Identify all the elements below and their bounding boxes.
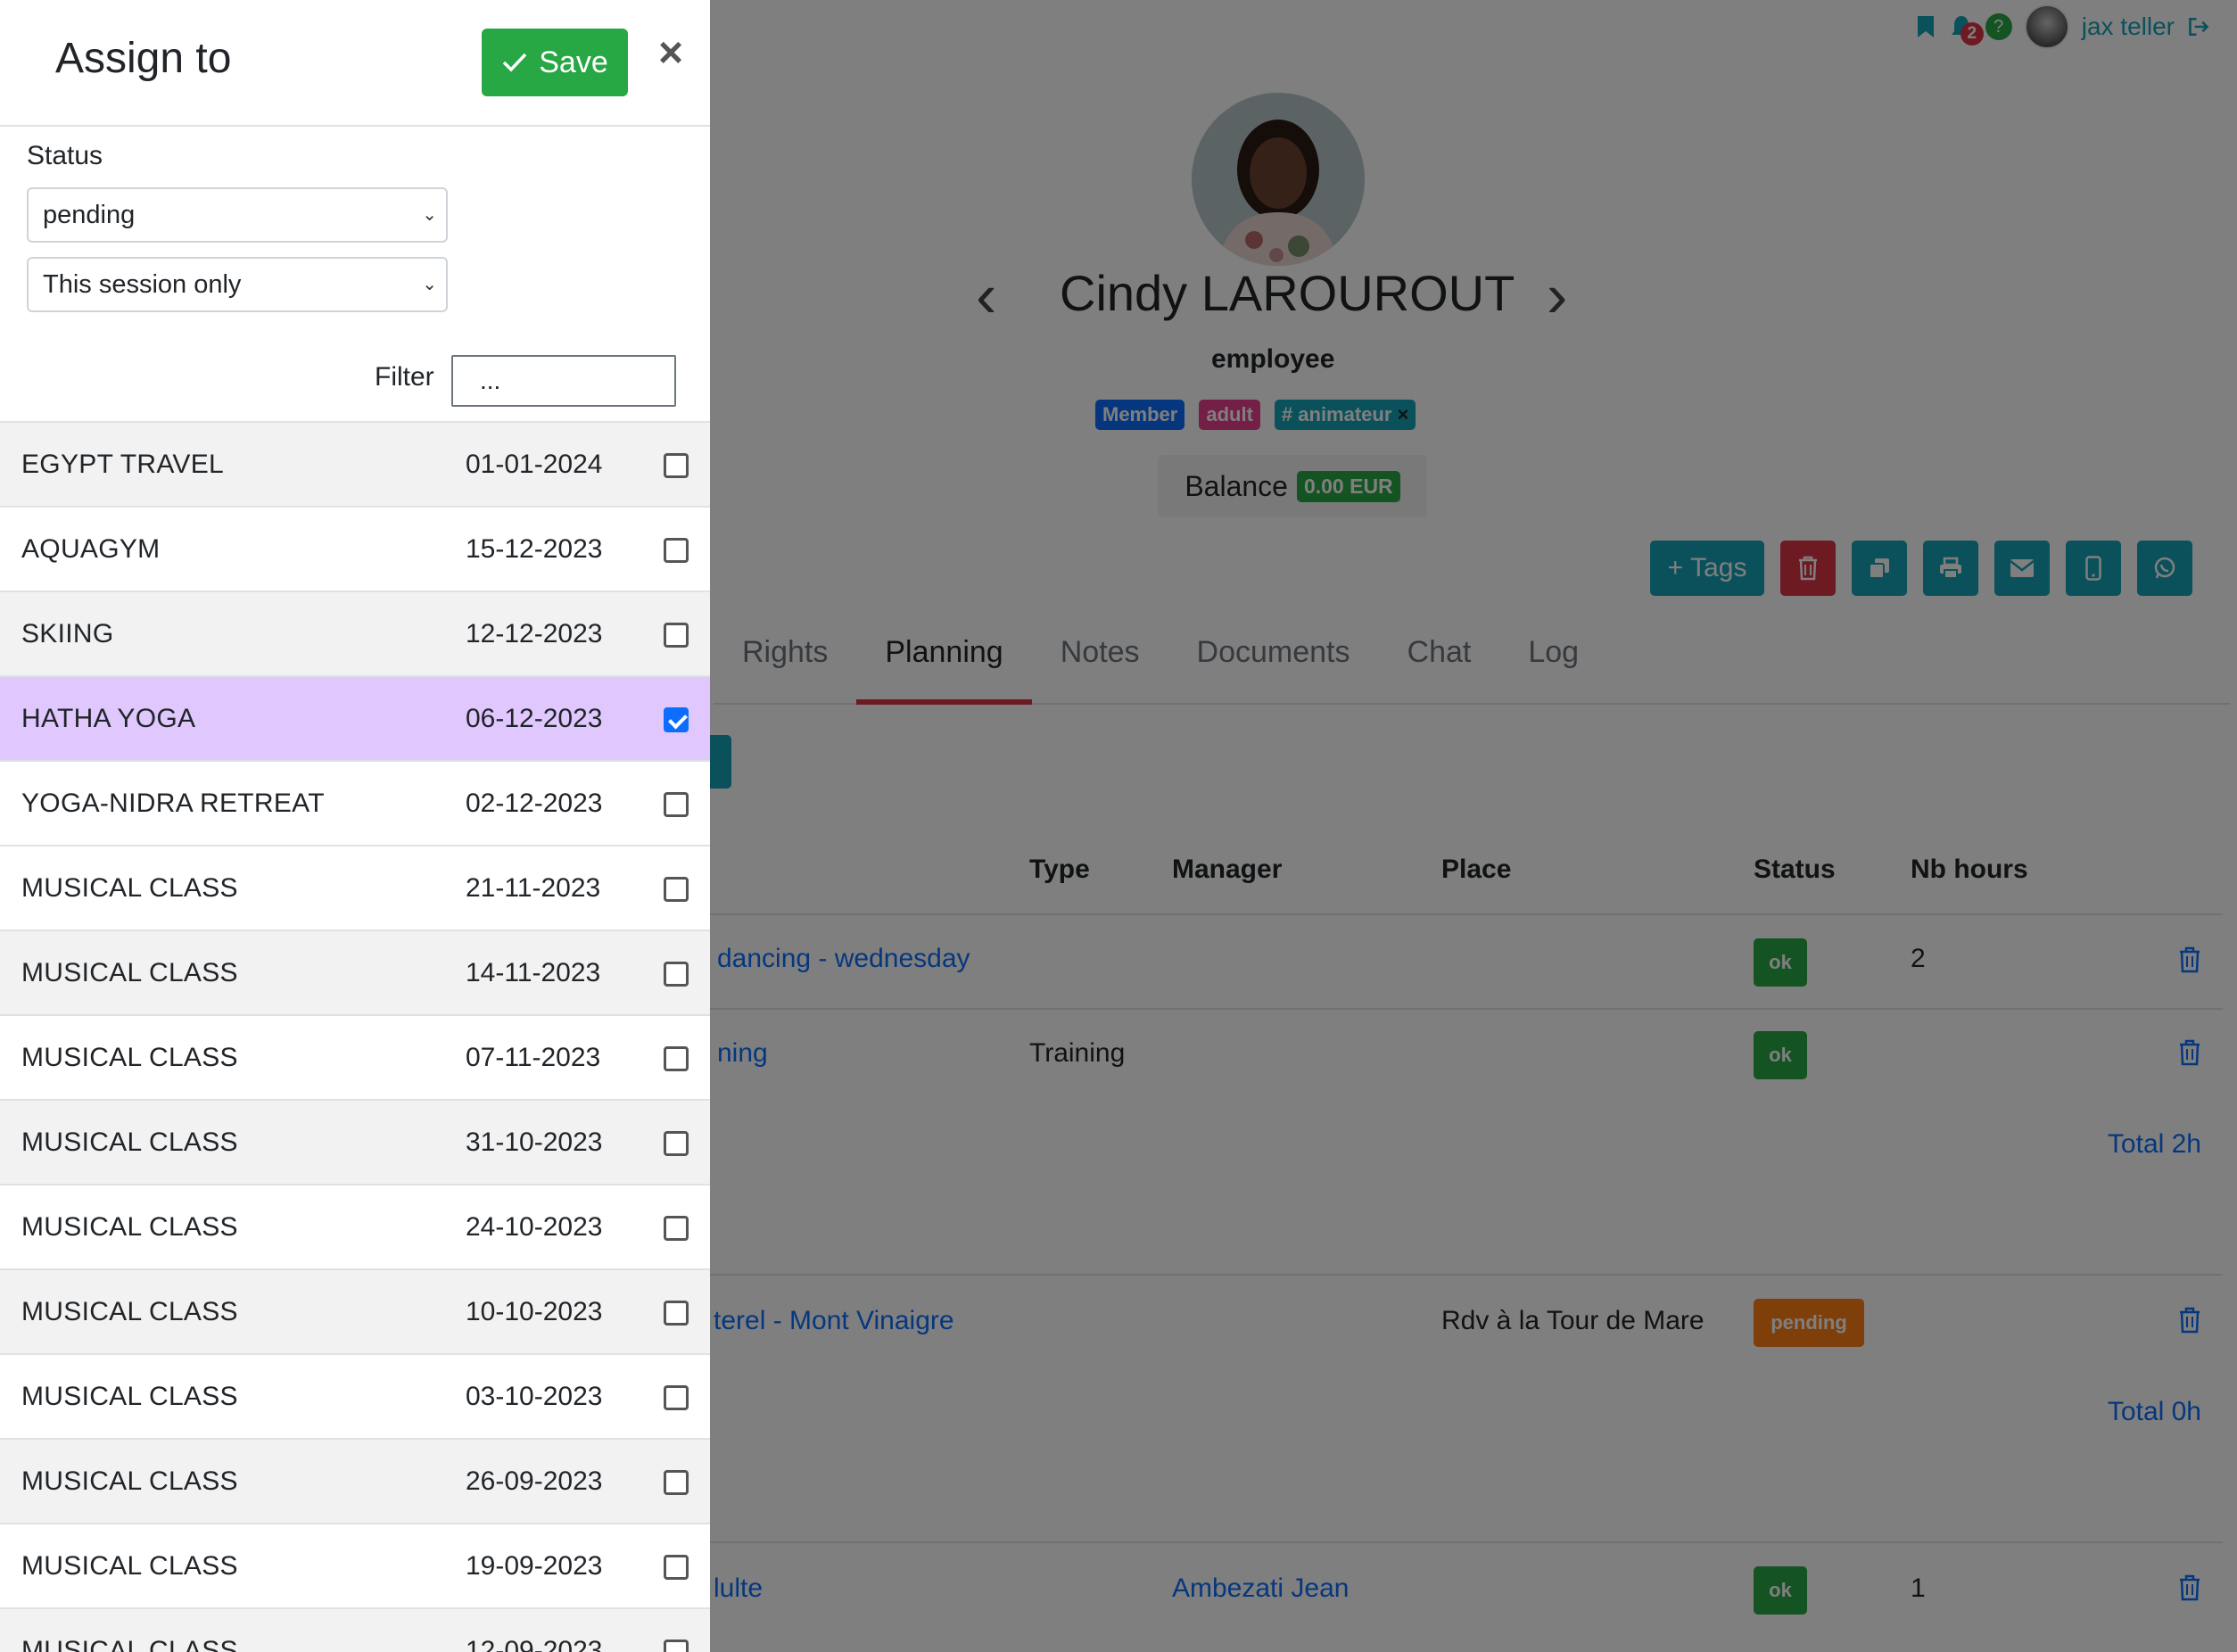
list-item[interactable]: MUSICAL CLASS 07-11-2023 (0, 1014, 710, 1099)
session-name: MUSICAL CLASS (21, 1466, 238, 1496)
session-checkbox[interactable] (664, 1216, 689, 1241)
session-name: HATHA YOGA (21, 704, 196, 733)
list-item[interactable]: AQUAGYM 15-12-2023 (0, 506, 710, 591)
list-item[interactable]: MUSICAL CLASS 14-11-2023 (0, 929, 710, 1014)
filter-input[interactable]: ... (451, 355, 676, 407)
session-name: YOGA-NIDRA RETREAT (21, 789, 325, 818)
session-date: 03-10-2023 (466, 1382, 603, 1411)
status-label: Status (27, 141, 103, 170)
list-item[interactable]: EGYPT TRAVEL 01-01-2024 (0, 421, 710, 506)
drawer-title: Assign to (55, 35, 232, 82)
session-name: MUSICAL CLASS (21, 1043, 238, 1072)
session-list: EGYPT TRAVEL 01-01-2024 AQUAGYM 15-12-20… (0, 421, 710, 1652)
scope-select[interactable]: This session only ⌄ (27, 257, 448, 312)
session-checkbox[interactable] (664, 792, 689, 817)
list-item[interactable]: MUSICAL CLASS 03-10-2023 (0, 1353, 710, 1438)
session-checkbox[interactable] (664, 1385, 689, 1410)
save-label: Save (539, 45, 608, 79)
list-item[interactable]: SKIING 12-12-2023 (0, 591, 710, 675)
session-name: MUSICAL CLASS (21, 1636, 238, 1652)
assign-drawer: Assign to Save × Status pending ⌄ This s… (0, 0, 710, 1652)
chevron-down-icon: ⌄ (422, 205, 437, 225)
session-name: MUSICAL CLASS (21, 1551, 238, 1581)
session-date: 31-10-2023 (466, 1127, 603, 1157)
session-checkbox[interactable] (664, 538, 689, 563)
session-date: 02-12-2023 (466, 789, 603, 818)
chevron-down-icon: ⌄ (422, 275, 437, 294)
session-date: 06-12-2023 (466, 704, 603, 733)
session-checkbox[interactable] (664, 1555, 689, 1580)
session-checkbox[interactable] (664, 1640, 689, 1652)
session-name: MUSICAL CLASS (21, 1382, 238, 1411)
session-checkbox[interactable] (664, 877, 689, 902)
drawer-header: Assign to Save × (0, 0, 710, 127)
list-item[interactable]: MUSICAL CLASS 31-10-2023 (0, 1099, 710, 1184)
session-name: MUSICAL CLASS (21, 1127, 238, 1157)
close-icon[interactable]: × (653, 29, 689, 77)
filter-label: Filter (375, 362, 434, 392)
session-name: SKIING (21, 619, 114, 648)
session-name: MUSICAL CLASS (21, 873, 238, 903)
session-checkbox[interactable] (664, 1470, 689, 1495)
session-date: 12-09-2023 (466, 1636, 603, 1652)
list-item[interactable]: MUSICAL CLASS 19-09-2023 (0, 1523, 710, 1607)
session-date: 15-12-2023 (466, 534, 603, 564)
session-checkbox[interactable] (664, 623, 689, 648)
session-checkbox[interactable] (664, 453, 689, 478)
session-date: 12-12-2023 (466, 619, 603, 648)
list-item[interactable]: MUSICAL CLASS 21-11-2023 (0, 845, 710, 929)
list-item[interactable]: MUSICAL CLASS 10-10-2023 (0, 1268, 710, 1353)
session-checkbox[interactable] (664, 1131, 689, 1156)
session-name: MUSICAL CLASS (21, 1212, 238, 1242)
list-item[interactable]: MUSICAL CLASS 24-10-2023 (0, 1184, 710, 1268)
session-checkbox-checked[interactable] (664, 707, 689, 732)
session-name: EGYPT TRAVEL (21, 450, 225, 479)
list-item-selected[interactable]: HATHA YOGA 06-12-2023 (0, 675, 710, 760)
session-name: MUSICAL CLASS (21, 958, 238, 987)
status-select-value: pending (43, 201, 136, 229)
session-date: 19-09-2023 (466, 1551, 603, 1581)
session-date: 26-09-2023 (466, 1466, 603, 1496)
check-icon (503, 53, 527, 72)
session-date: 07-11-2023 (466, 1043, 601, 1072)
session-checkbox[interactable] (664, 962, 689, 987)
list-item[interactable]: YOGA-NIDRA RETREAT 02-12-2023 (0, 760, 710, 845)
session-name: MUSICAL CLASS (21, 1297, 238, 1326)
session-date: 01-01-2024 (466, 450, 603, 479)
list-item[interactable]: MUSICAL CLASS 12-09-2023 (0, 1607, 710, 1652)
session-date: 14-11-2023 (466, 958, 601, 987)
list-item[interactable]: MUSICAL CLASS 26-09-2023 (0, 1438, 710, 1523)
status-select[interactable]: pending ⌄ (27, 187, 448, 243)
scope-select-value: This session only (43, 270, 242, 299)
save-button[interactable]: Save (482, 29, 628, 96)
session-checkbox[interactable] (664, 1301, 689, 1326)
session-date: 21-11-2023 (466, 873, 601, 903)
session-date: 10-10-2023 (466, 1297, 603, 1326)
session-checkbox[interactable] (664, 1046, 689, 1071)
session-name: AQUAGYM (21, 534, 161, 564)
session-date: 24-10-2023 (466, 1212, 603, 1242)
